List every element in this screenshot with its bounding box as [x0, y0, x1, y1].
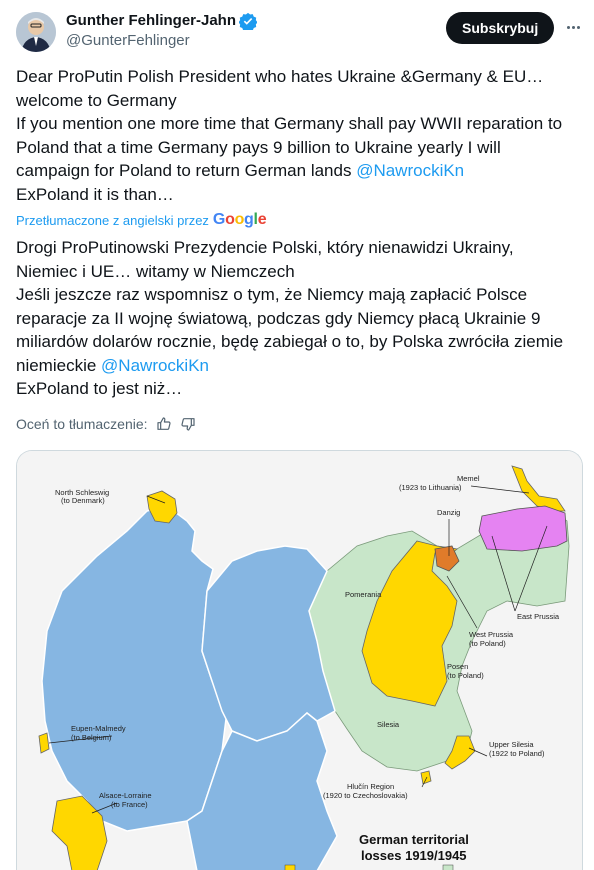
author-handle[interactable]: @GunterFehlinger — [66, 31, 257, 51]
label-danzig: Danzig — [437, 508, 460, 517]
translation-line: niemieckie @NawrockiKn — [16, 354, 582, 378]
tweet-line: Dear ProPutin Polish President who hates… — [16, 67, 544, 86]
label-hlucin-note: (1920 to Czechoslovakia) — [323, 791, 408, 800]
more-options-icon[interactable] — [562, 16, 584, 38]
verified-badge-icon — [239, 12, 258, 30]
label-hlucin: Hlučín Region — [347, 782, 394, 791]
tweet-line: welcome to Germany — [16, 90, 177, 110]
label-posen: Posen — [447, 662, 468, 671]
label-posen-note: (to Poland) — [447, 671, 484, 680]
label-east-prussia: East Prussia — [517, 612, 560, 621]
label-upper-silesia: Upper Silesia — [489, 740, 534, 749]
author-display-name-row[interactable]: Gunther Fehlinger-Jahn — [66, 11, 258, 31]
translation-line: Niemiec i UE… witamy w Niemczech — [16, 261, 295, 281]
label-pomerania: Pomerania — [345, 590, 382, 599]
tweet-text: Dear ProPutin Polish President who hates… — [16, 65, 582, 206]
label-alsace: Alsace-Lorraine — [99, 791, 152, 800]
label-west-prussia: West Prussia — [469, 630, 514, 639]
avatar-photo — [16, 12, 56, 52]
translation-note: Przetłumaczone z angielski przez Google — [16, 211, 267, 229]
region-germany-east — [201, 545, 336, 742]
author-display-name[interactable]: Gunther Fehlinger-Jahn — [66, 11, 236, 31]
tweet-line: ExPoland it is than… — [16, 184, 174, 204]
translation-line-text: niemieckie — [16, 355, 102, 375]
rate-translation: Oceń to tłumaczenie: — [16, 416, 196, 432]
translation-note-label: Przetłumaczone z angielski przez — [16, 212, 209, 228]
translation-line: Drogi ProPutinowski Prezydencie Polski, … — [16, 238, 514, 257]
label-memel-note: (1923 to Lithuania) — [399, 483, 462, 492]
legend-swatch-1945 — [442, 864, 454, 870]
label-eupen-note: (to Belgium) — [71, 733, 112, 742]
label-memel: Memel — [457, 474, 480, 483]
map-title-line2: losses 1919/1945 — [361, 848, 467, 863]
tweet-line: Poland that a time Germany pays 9 billio… — [16, 137, 501, 157]
mention-link[interactable]: @NawrockiKn — [356, 161, 464, 180]
tweet-line-text: campaign for Poland to return German lan… — [16, 161, 357, 180]
territorial-losses-map: North Schleswig (to Denmark) Memel (1923… — [17, 451, 582, 870]
label-north-schleswig-note: (to Denmark) — [61, 496, 105, 505]
map-image[interactable]: North Schleswig (to Denmark) Memel (1923… — [16, 450, 583, 870]
label-eupen: Eupen-Malmedy — [71, 724, 126, 733]
subscribe-button[interactable]: Subskrybuj — [446, 12, 555, 44]
label-upper-silesia-note: (1922 to Poland) — [489, 749, 545, 758]
thumbs-down-icon[interactable] — [180, 416, 196, 432]
thumbs-up-icon[interactable] — [156, 416, 172, 432]
region-eupen-malmedy — [38, 732, 50, 754]
author-names: Gunther Fehlinger-Jahn @GunterFehlinger — [66, 11, 258, 51]
google-logo: Google — [212, 211, 267, 228]
tweet-line: If you mention one more time that German… — [16, 114, 563, 133]
map-title-line1: German territorial — [359, 832, 469, 847]
translated-text: Drogi ProPutinowski Prezydencie Polski, … — [16, 236, 582, 401]
tweet-header: Gunther Fehlinger-Jahn @GunterFehlinger … — [16, 10, 582, 54]
rate-translation-label: Oceń to tłumaczenie: — [16, 416, 148, 432]
legend-swatch-1919 — [284, 864, 296, 870]
label-west-prussia-note: (to Poland) — [469, 639, 506, 648]
label-silesia: Silesia — [377, 720, 400, 729]
translation-line: miliardów dolarów rocznie, będę zabiegał… — [16, 332, 564, 351]
translation-line: reparacje za II wojnę światową, podczas … — [16, 308, 541, 328]
tweet-line: campaign for Poland to return German lan… — [16, 159, 582, 183]
translation-line: Jeśli jeszcze raz wspomnisz o tym, że Ni… — [16, 285, 528, 304]
translation-line: ExPoland to jest niż… — [16, 379, 183, 398]
avatar[interactable] — [16, 12, 56, 52]
label-alsace-note: (to France) — [111, 800, 148, 809]
mention-link[interactable]: @NawrockiKn — [101, 356, 209, 375]
